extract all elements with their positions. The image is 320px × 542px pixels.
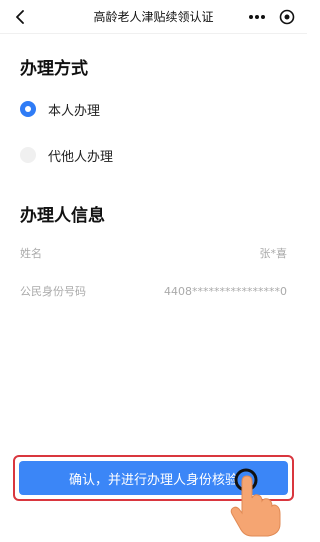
nav-actions — [247, 7, 297, 27]
more-button[interactable] — [247, 7, 267, 27]
option-self[interactable]: 本人办理 — [20, 97, 287, 121]
confirm-highlight-frame: 确认，并进行办理人身份核验 — [13, 455, 294, 501]
method-section-title: 办理方式 — [20, 59, 88, 79]
option-proxy-label: 代他人办理 — [48, 149, 114, 165]
id-number-label: 公民身份号码 — [20, 285, 86, 298]
confirm-button[interactable]: 确认，并进行办理人身份核验 — [19, 461, 288, 495]
main-content: 办理方式 本人办理 代他人办理 办理人信息 姓名 张*喜 公民身份号码 4408… — [0, 34, 307, 302]
info-section-title: 办理人信息 — [20, 206, 105, 226]
top-nav-bar: 高龄老人津贴续领认证 — [0, 0, 307, 34]
chevron-left-icon — [16, 9, 24, 24]
back-button[interactable] — [10, 7, 30, 27]
close-miniapp-button[interactable] — [277, 7, 297, 27]
radio-unchecked-icon — [20, 147, 36, 163]
name-value: 张*喜 — [259, 247, 288, 260]
radio-checked-icon — [20, 101, 36, 117]
id-number-value: 4408****************0 — [164, 284, 287, 298]
name-label: 姓名 — [20, 247, 42, 260]
info-row-name: 姓名 张*喜 — [20, 242, 287, 264]
info-row-id: 公民身份号码 4408****************0 — [20, 280, 287, 302]
option-proxy[interactable]: 代他人办理 — [20, 143, 287, 167]
option-self-label: 本人办理 — [48, 103, 101, 119]
more-dots-icon — [249, 14, 265, 19]
target-icon — [279, 9, 295, 24]
